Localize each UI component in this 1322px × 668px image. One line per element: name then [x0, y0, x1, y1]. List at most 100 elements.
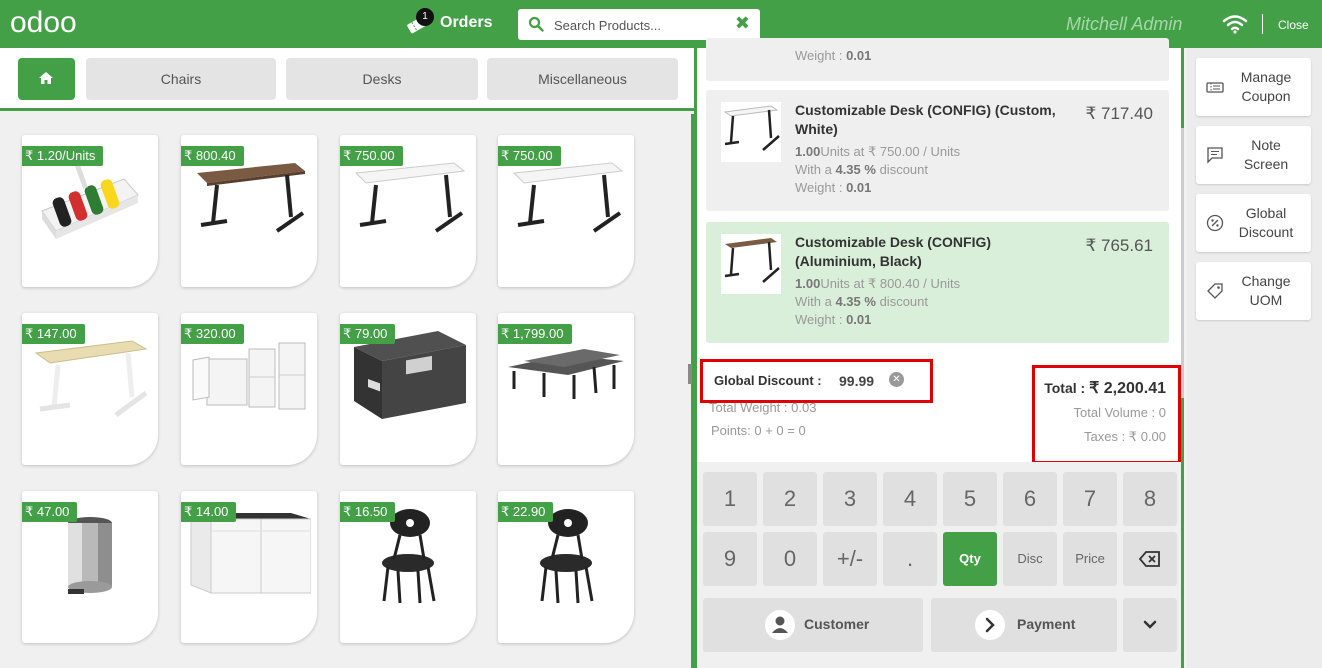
order-scrollbar[interactable]: [1181, 128, 1184, 398]
payment-button[interactable]: Payment: [931, 598, 1117, 652]
line-total: ₹ 717.40: [1085, 104, 1153, 123]
note-icon: [1207, 147, 1223, 164]
desk-white-image: [721, 102, 781, 162]
price-tag: ₹ 22.90: [498, 502, 554, 522]
category-chairs[interactable]: Chairs: [86, 58, 276, 100]
price-mode-button[interactable]: Price: [1063, 532, 1117, 586]
product-grid: ₹ 1.20/Units ₹ 800.40 ₹ 750.00 ₹ 750.00 …: [0, 114, 694, 668]
numpad-key-plus-minus[interactable]: +/-: [823, 532, 877, 586]
price-tag: ₹ 147.00: [22, 324, 85, 344]
clear-search-icon[interactable]: ✖: [735, 13, 750, 34]
product-card[interactable]: ₹ 79.00: [340, 313, 476, 465]
product-card[interactable]: ₹ 1,799.00: [498, 313, 634, 465]
backspace-icon: [1138, 551, 1160, 567]
price-tag: ₹ 14.00: [181, 502, 237, 522]
desk-dark-image: [721, 234, 781, 294]
product-card[interactable]: ₹ 14.00: [181, 491, 317, 643]
price-tag: ₹ 16.50: [340, 502, 396, 522]
payment-label: Payment: [1017, 616, 1076, 632]
price-tag: ₹ 1,799.00: [498, 324, 572, 344]
change-uom-button[interactable]: Change UOM: [1196, 262, 1311, 320]
chevron-down-icon: [1143, 620, 1157, 629]
price-tag: ₹ 750.00: [340, 146, 403, 166]
line-weight: Weight : 0.01: [795, 180, 872, 195]
order-panel: Weight : 0.01 Customizable Desk (CONFIG)…: [694, 38, 1184, 668]
numpad-key-6[interactable]: 6: [1003, 472, 1057, 526]
category-bar: Chairs Desks Miscellaneous: [0, 48, 694, 111]
numpad-key-2[interactable]: 2: [763, 472, 817, 526]
line-weight: Weight : 0.01: [795, 312, 872, 327]
price-tag: ₹ 750.00: [498, 146, 561, 166]
user-icon: [765, 610, 795, 640]
product-card[interactable]: ₹ 750.00: [498, 135, 634, 287]
numpad-key-3[interactable]: 3: [823, 472, 877, 526]
price-tag: ₹ 1.20/Units: [22, 146, 104, 166]
home-category-button[interactable]: [18, 58, 75, 100]
price-tag: ₹ 800.40: [181, 146, 244, 166]
line-product-name: Customizable Desk (CONFIG) (Custom, Whit…: [795, 102, 1056, 137]
order-totals: Total : ₹ 2,200.41 Total Volume : 0 Taxe…: [1032, 365, 1181, 464]
product-card[interactable]: ₹ 22.90: [498, 491, 634, 643]
product-card[interactable]: ₹ 147.00: [22, 313, 158, 465]
price-tag: ₹ 47.00: [22, 502, 78, 522]
product-card[interactable]: ₹ 16.50: [340, 491, 476, 643]
line-weight: Weight : 0.01: [795, 48, 872, 63]
line-product-name: Customizable Desk (CONFIG) (Aluminium, B…: [795, 234, 992, 269]
global-discount-button[interactable]: Global Discount: [1196, 194, 1311, 252]
product-card[interactable]: ₹ 47.00: [22, 491, 158, 643]
search-icon: [528, 16, 544, 32]
control-label: Global Discount: [1238, 205, 1294, 240]
category-desks[interactable]: Desks: [286, 58, 478, 100]
order-total: Total : ₹ 2,200.41: [1044, 380, 1166, 397]
backspace-button[interactable]: [1123, 532, 1177, 586]
numpad-key-5[interactable]: 5: [943, 472, 997, 526]
numpad-key-1[interactable]: 1: [703, 472, 757, 526]
order-line-selected[interactable]: Customizable Desk (CONFIG) (Aluminium, B…: [706, 222, 1169, 343]
close-button[interactable]: Close: [1278, 18, 1309, 32]
home-icon: [39, 72, 53, 84]
line-discount-info: With a 4.35 % discount: [795, 162, 928, 177]
order-taxes: Taxes : ₹ 0.00: [1084, 429, 1166, 444]
numpad-key-0[interactable]: 0: [763, 532, 817, 586]
order-line[interactable]: Customizable Desk (CONFIG) (Custom, Whit…: [706, 90, 1169, 211]
category-miscellaneous[interactable]: Miscellaneous: [487, 58, 678, 100]
control-label: Manage Coupon: [1240, 69, 1292, 104]
customer-label: Customer: [804, 616, 870, 632]
price-tag: ₹ 320.00: [181, 324, 244, 344]
more-options-button[interactable]: [1123, 598, 1177, 652]
product-scrollbar[interactable]: [688, 364, 692, 384]
global-discount-summary: Global Discount : 99.99 ✕: [700, 359, 933, 403]
product-card[interactable]: ₹ 320.00: [181, 313, 317, 465]
search-input[interactable]: [554, 15, 724, 35]
order-line[interactable]: Weight : 0.01: [706, 38, 1169, 81]
product-search: ✖: [518, 9, 760, 40]
orders-button[interactable]: Orders: [440, 14, 492, 32]
cashier-name[interactable]: Mitchell Admin: [1066, 14, 1182, 35]
line-qty-info: 1.00Units at ₹ 750.00 / Units: [795, 144, 961, 159]
customer-button[interactable]: Customer: [703, 598, 923, 652]
tag-icon: [1207, 283, 1223, 299]
disc-mode-button[interactable]: Disc: [1003, 532, 1057, 586]
numpad-key-decimal[interactable]: .: [883, 532, 937, 586]
header-divider: [1262, 14, 1263, 34]
qty-mode-button[interactable]: Qty: [943, 532, 997, 586]
manage-coupon-button[interactable]: Manage Coupon: [1196, 58, 1311, 116]
coupon-icon: [1206, 82, 1224, 93]
control-label: Note Screen: [1243, 137, 1289, 172]
product-card[interactable]: ₹ 1.20/Units: [22, 135, 158, 287]
order-lines: Weight : 0.01 Customizable Desk (CONFIG)…: [706, 38, 1169, 352]
note-screen-button[interactable]: Note Screen: [1196, 126, 1311, 184]
product-card[interactable]: ₹ 800.40: [181, 135, 317, 287]
remove-discount-icon[interactable]: ✕: [889, 372, 904, 387]
numpad-key-8[interactable]: 8: [1123, 472, 1177, 526]
odoo-logo: odoo: [10, 6, 77, 39]
control-buttons: Manage Coupon Note Screen Global Discoun…: [1187, 48, 1322, 668]
numpad-key-9[interactable]: 9: [703, 532, 757, 586]
loyalty-points: Points: 0 + 0 = 0: [711, 423, 806, 438]
numpad-key-7[interactable]: 7: [1063, 472, 1117, 526]
price-tag: ₹ 79.00: [340, 324, 396, 344]
total-volume: Total Volume : 0: [1073, 405, 1167, 420]
product-card[interactable]: ₹ 750.00: [340, 135, 476, 287]
numpad-key-4[interactable]: 4: [883, 472, 937, 526]
control-label: Change UOM: [1241, 273, 1291, 308]
